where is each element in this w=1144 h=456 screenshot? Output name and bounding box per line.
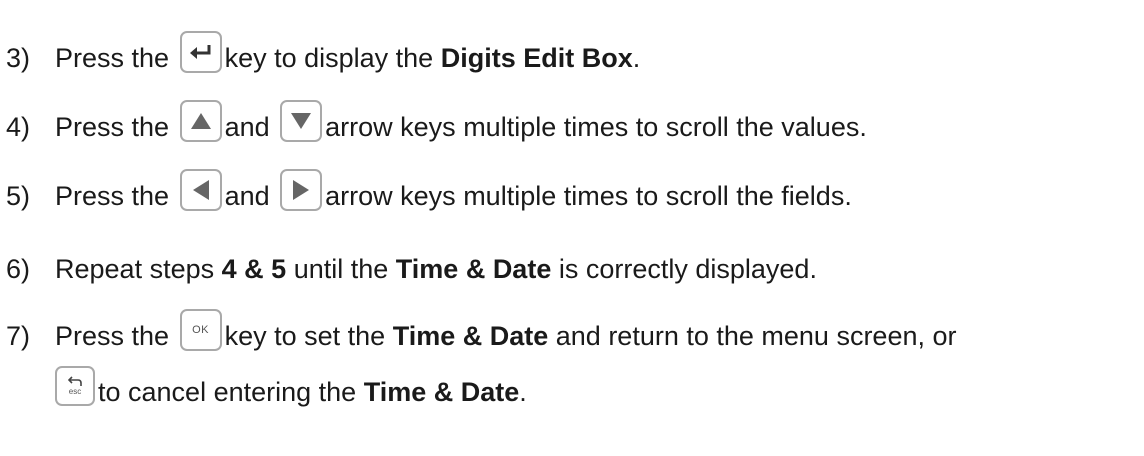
step-3: 3) Press the key to display the Digits E… <box>6 31 641 80</box>
step-number: 5) <box>6 181 31 211</box>
up-arrow-key-icon <box>179 100 222 142</box>
step-text: . <box>632 43 641 73</box>
step-text: and return to the menu screen, or <box>555 321 957 351</box>
step-text: . <box>519 377 527 407</box>
step-text: key to set the <box>224 321 386 351</box>
bold-term: 4 & 5 <box>221 254 287 284</box>
ok-key-label: OK <box>192 324 210 336</box>
step-7-continuation: esc to cancel entering the Time & Date. <box>52 366 527 414</box>
step-text: key to display the <box>224 43 434 73</box>
step-text: Press the <box>55 112 170 142</box>
step-text: is correctly displayed. <box>558 254 817 284</box>
right-arrow-key-icon <box>280 169 323 211</box>
step-text: Press the <box>55 181 170 211</box>
esc-key-icon: esc <box>55 366 95 406</box>
step-text: arrow keys multiple times to scroll the … <box>325 112 867 142</box>
step-7: 7) Press the OK key to set the Time & Da… <box>6 309 957 358</box>
left-arrow-key-icon <box>179 169 222 211</box>
esc-key-label: esc <box>68 387 82 396</box>
ok-key-icon: OK <box>179 309 222 351</box>
step-text: Press the <box>55 43 170 73</box>
step-text: until the <box>293 254 389 284</box>
step-number: 6) <box>6 254 31 284</box>
step-4: 4) Press the and arrow keys multiple tim… <box>6 100 867 149</box>
step-text: to cancel entering the <box>98 377 357 407</box>
step-number: 4) <box>6 112 31 142</box>
step-6: 6) Repeat steps 4 & 5 until the Time & D… <box>6 247 817 291</box>
step-5: 5) Press the and arrow keys multiple tim… <box>6 169 852 218</box>
step-text: Press the <box>55 321 170 351</box>
bold-term: Digits Edit Box <box>440 43 633 73</box>
step-text: Repeat steps <box>55 254 215 284</box>
step-text: and <box>224 181 270 211</box>
bold-term: Time & Date <box>363 377 520 407</box>
step-number: 7) <box>6 321 31 351</box>
enter-key-icon <box>179 31 222 73</box>
down-arrow-key-icon <box>280 100 323 142</box>
step-text: arrow keys multiple times to scroll the … <box>325 181 852 211</box>
step-number: 3) <box>6 43 31 73</box>
bold-term: Time & Date <box>392 321 549 351</box>
bold-term: Time & Date <box>395 254 552 284</box>
step-text: and <box>224 112 270 142</box>
